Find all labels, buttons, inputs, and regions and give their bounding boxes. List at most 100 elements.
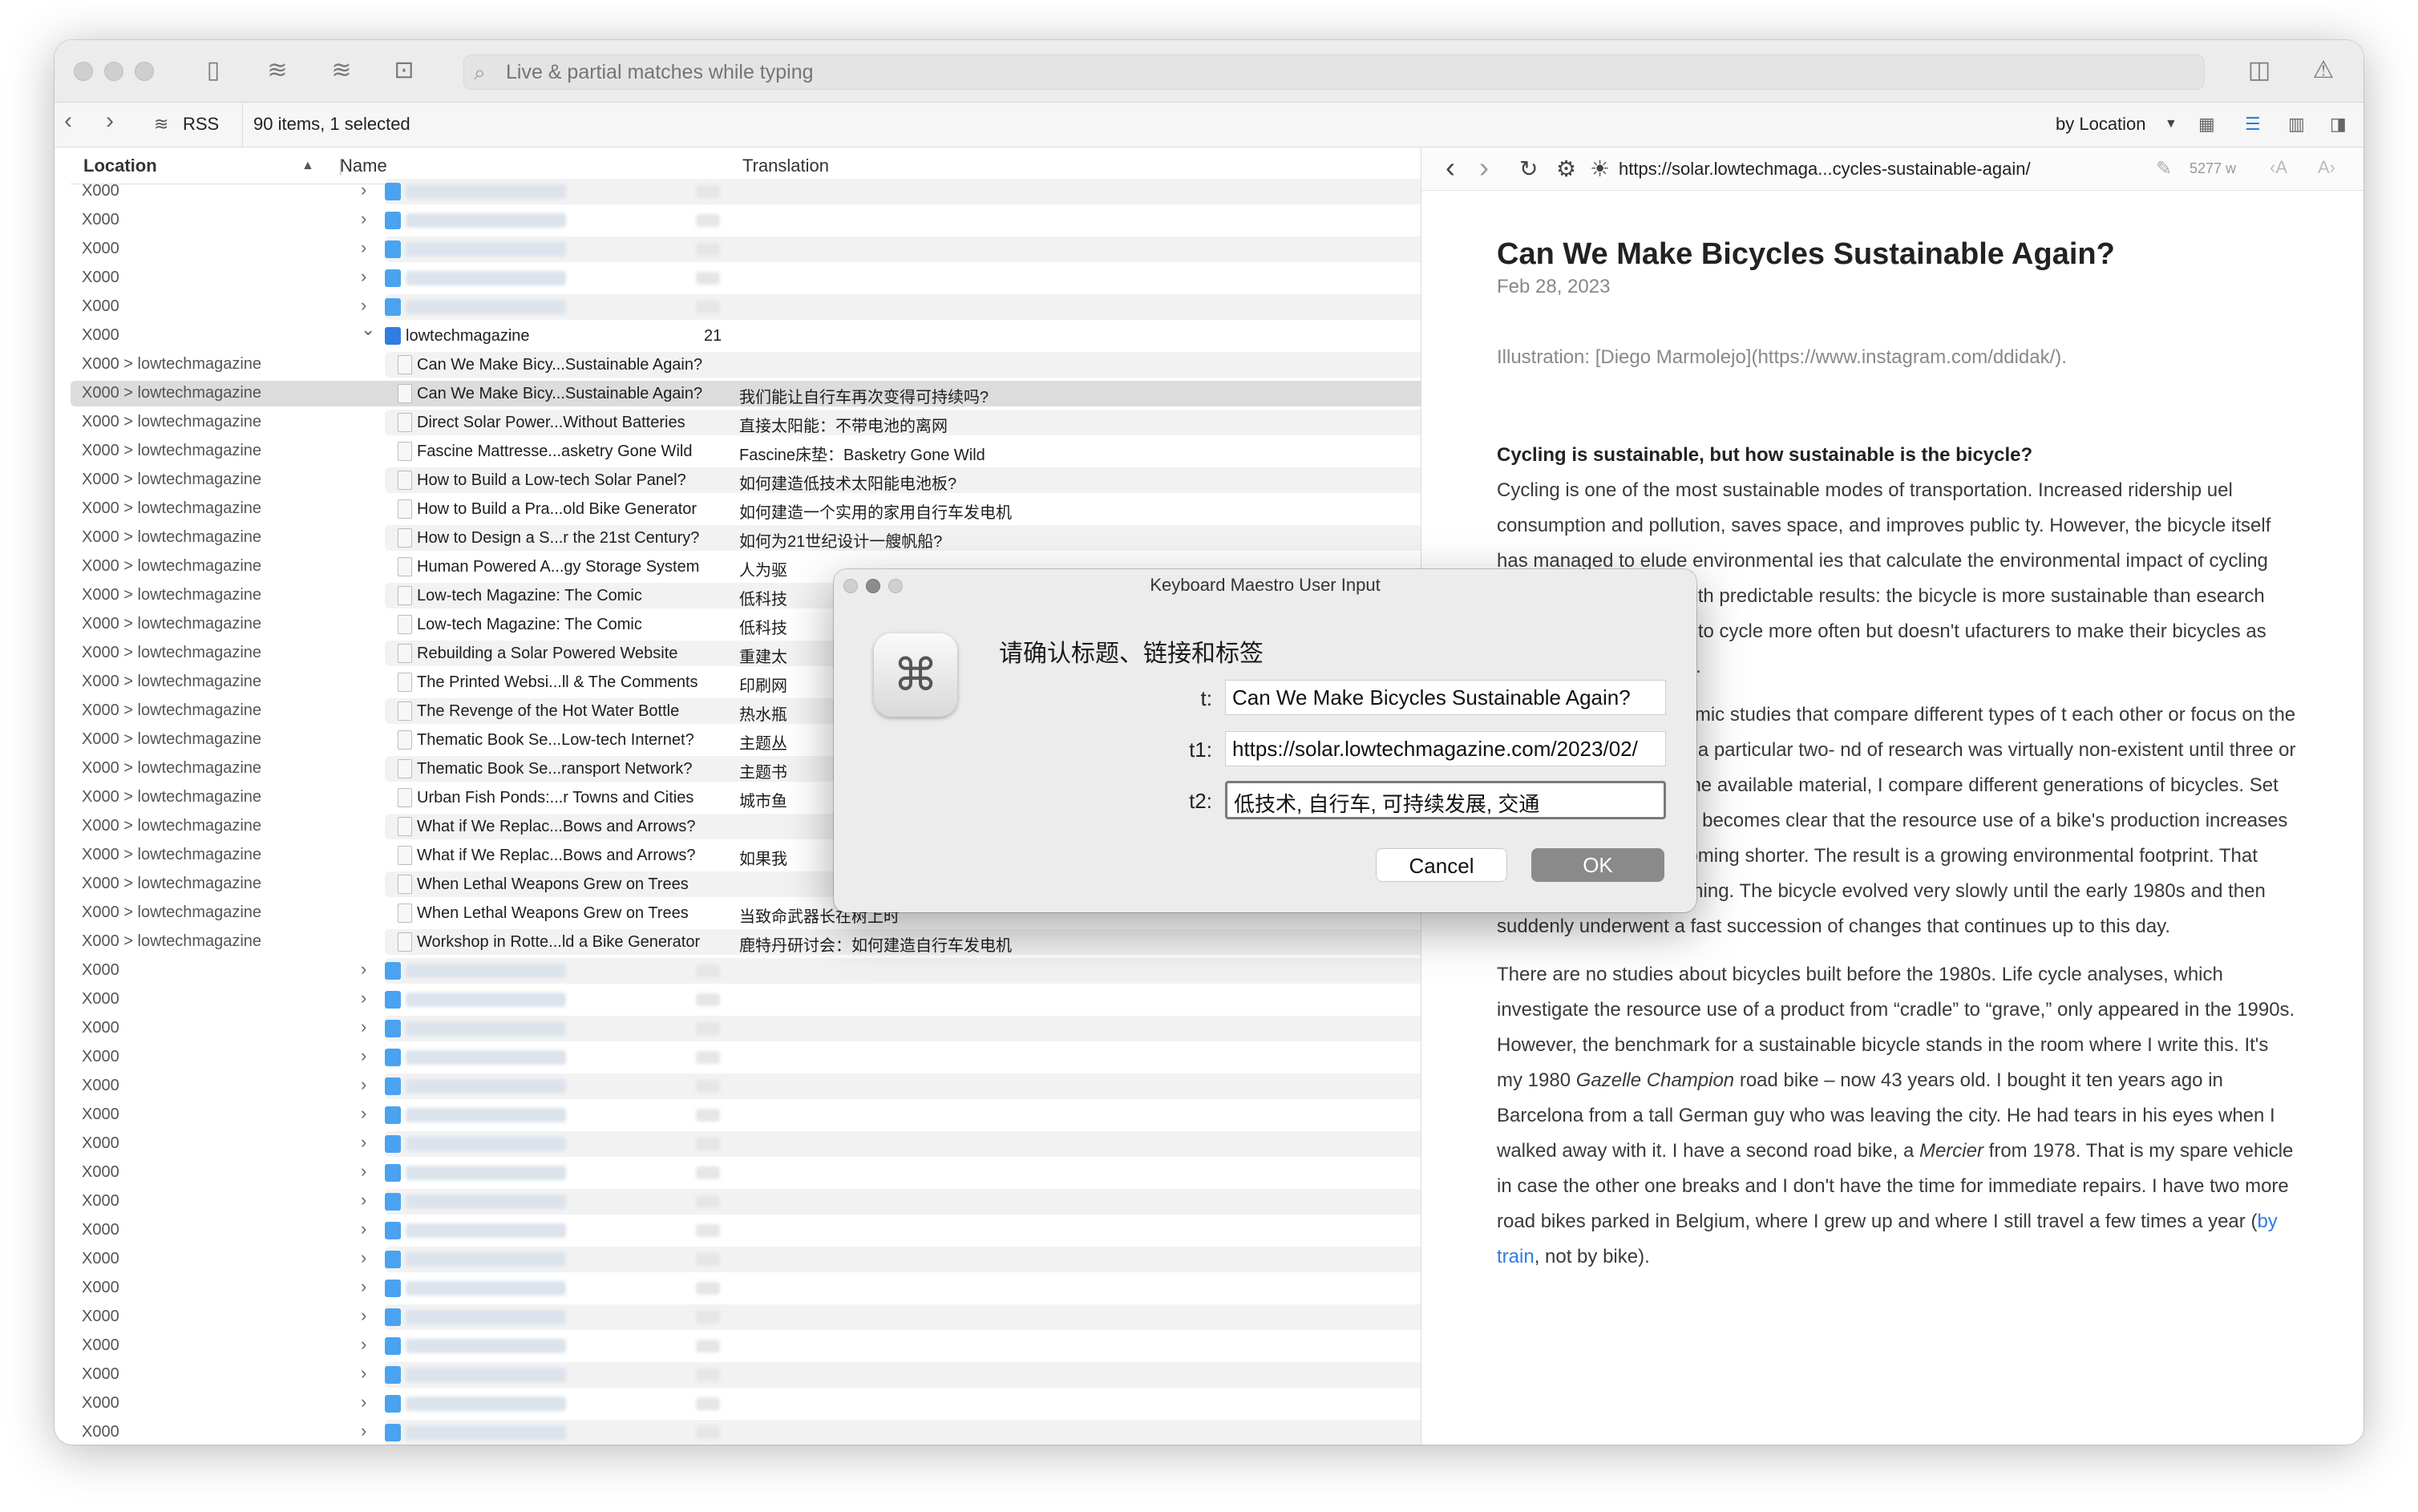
table-row[interactable]: X000 › (71, 1188, 1526, 1215)
chevron-right-icon[interactable]: › (361, 1247, 366, 1268)
table-row[interactable]: X000 > lowtechmagazine Can We Make Bicy..… (71, 351, 1526, 378)
icon-view-icon[interactable]: ▦ (2198, 114, 2215, 135)
table-row[interactable]: X000 › (71, 207, 1433, 234)
table-row[interactable]: X000 › (71, 1246, 1526, 1273)
chevron-right-icon[interactable]: › (361, 1074, 366, 1095)
chevron-right-icon[interactable]: › (361, 1190, 366, 1211)
table-row[interactable]: X000 › (71, 1015, 1526, 1042)
chevron-down-icon[interactable]: ▼ (2165, 117, 2177, 131)
cancel-button[interactable]: Cancel (1376, 848, 1507, 882)
name-cell: Workshop in Rotte...ld a Bike Generator (417, 933, 701, 951)
chevron-down-icon[interactable]: ⌄ (361, 319, 375, 340)
chevron-right-icon[interactable]: › (361, 208, 366, 229)
table-row[interactable]: X000 › (71, 293, 1526, 321)
chevron-right-icon[interactable]: › (361, 959, 366, 980)
minimize-window-button[interactable] (104, 62, 123, 81)
capture-icon[interactable]: ⊡ (386, 55, 422, 87)
chevron-right-icon[interactable]: › (361, 1276, 366, 1297)
table-row[interactable]: X000 › (71, 1130, 1526, 1158)
chevron-right-icon[interactable]: › (361, 1421, 366, 1441)
table-row[interactable]: X000 › (71, 1361, 1526, 1389)
chevron-right-icon[interactable]: › (361, 1363, 366, 1384)
table-row[interactable]: X000 › (71, 957, 1526, 984)
table-row[interactable]: X000 > lowtechmagazine Direct Solar Power… (71, 409, 1526, 436)
table-row[interactable]: X000 › (71, 1275, 1433, 1302)
increase-font-icon[interactable]: A› (2318, 157, 2335, 178)
table-row[interactable]: X000 › (71, 1159, 1433, 1187)
sidebar-toggle-icon[interactable]: ▯ (196, 55, 231, 87)
chevron-right-icon[interactable]: › (361, 1305, 366, 1326)
count-cell (696, 1051, 720, 1064)
table-row[interactable]: X000 > lowtechmagazine Workshop in Rotte.… (71, 928, 1526, 956)
tags-field[interactable]: 低技术, 自行车, 可持续发展, 交通 (1225, 781, 1666, 819)
link-field[interactable]: https://solar.lowtechmagazine.com/2023/0… (1225, 731, 1666, 766)
title-field[interactable]: Can We Make Bicycles Sustainable Again? (1225, 680, 1666, 715)
zoom-window-button[interactable] (135, 62, 154, 81)
back-icon[interactable]: ‹ (64, 107, 72, 135)
warning-icon[interactable]: ⚠ (2306, 55, 2341, 87)
table-row[interactable]: X000 › (71, 1419, 1526, 1445)
location-column-header[interactable]: Location (83, 156, 157, 176)
layers-alt-icon[interactable]: ≋ (324, 55, 359, 87)
count-cell (696, 1166, 720, 1179)
gear-icon[interactable]: ⚙ (1556, 156, 1576, 182)
name-column-header[interactable]: Name (340, 156, 387, 176)
url-field[interactable]: https://solar.lowtechmaga...cycles-susta… (1619, 159, 2031, 180)
chevron-right-icon[interactable]: › (361, 988, 366, 1009)
chevron-right-icon[interactable]: › (361, 1334, 366, 1355)
table-row[interactable]: X000 › (71, 1073, 1526, 1100)
reload-icon[interactable]: ↻ (1519, 156, 1538, 182)
chevron-right-icon[interactable]: › (361, 180, 366, 200)
chevron-right-icon[interactable]: › (361, 1017, 366, 1037)
sort-dropdown[interactable]: by Location (2056, 114, 2146, 135)
brightness-icon[interactable]: ☀ (1590, 156, 1610, 182)
chevron-right-icon[interactable]: › (361, 1045, 366, 1066)
chevron-right-icon[interactable]: › (361, 1392, 366, 1413)
table-row[interactable]: X000 › (71, 1390, 1433, 1417)
close-window-button[interactable] (74, 62, 93, 81)
chevron-right-icon[interactable]: › (361, 1132, 366, 1153)
search-field[interactable]: ⌕ (463, 55, 2205, 90)
search-input[interactable] (506, 59, 2190, 86)
list-view-icon[interactable]: ☰ (2245, 114, 2261, 135)
translation-column-header[interactable]: Translation (742, 156, 829, 176)
table-row[interactable]: X000 > lowtechmagazine How to Build a Low… (71, 467, 1526, 494)
table-row[interactable]: X000 › (71, 236, 1526, 263)
table-row[interactable]: X000 › (71, 1217, 1433, 1244)
layers-icon[interactable]: ≋ (260, 55, 295, 87)
table-row[interactable]: X000 > lowtechmagazine Fascine Mattresse.… (71, 438, 1433, 465)
inspector-toggle-icon[interactable]: ◫ (2242, 55, 2277, 87)
table-row[interactable]: X000 > lowtechmagazine How to Design a S.… (71, 524, 1526, 552)
translation-cell: 鹿特丹研讨会：如何建造自行车发电机 (739, 937, 1012, 955)
chevron-right-icon[interactable]: › (361, 295, 366, 316)
count-cell (696, 1426, 720, 1439)
rss-label[interactable]: RSS (183, 114, 219, 135)
forward-icon[interactable]: › (1479, 151, 1489, 184)
folder-icon (385, 241, 401, 258)
group-row-lowtechmagazine[interactable]: X000 ⌄ lowtechmagazine 21 (71, 319, 1433, 350)
column-view-icon[interactable]: ▥ (2288, 114, 2305, 135)
location-cell: X000 (82, 990, 119, 1008)
chevron-right-icon[interactable]: › (361, 237, 366, 258)
split-view-icon[interactable]: ◨ (2330, 114, 2347, 135)
chevron-right-icon[interactable]: › (361, 1219, 366, 1239)
table-row[interactable]: X000 › (71, 265, 1433, 292)
chevron-right-icon[interactable]: › (361, 1161, 366, 1182)
translation-cell: 我们能让自行车再次变得可持续吗? (739, 389, 989, 406)
decrease-font-icon[interactable]: ‹A (2270, 157, 2287, 178)
chevron-right-icon[interactable]: › (361, 1103, 366, 1124)
pin-icon[interactable]: ✎ (2156, 157, 2172, 180)
table-row[interactable]: X000 › (71, 986, 1433, 1013)
table-row[interactable]: X000 › (71, 1332, 1433, 1360)
table-row[interactable]: X000 > lowtechmagazine How to Build a Pra… (71, 495, 1433, 523)
table-row[interactable]: X000 › (71, 1102, 1433, 1129)
table-row[interactable]: X000 › (71, 178, 1526, 205)
sort-ascending-icon[interactable]: ▲ (301, 159, 314, 173)
table-row[interactable]: X000 › (71, 1304, 1526, 1331)
table-row[interactable]: X000 > lowtechmagazine Can We Make Bicy..… (71, 380, 1433, 407)
table-row[interactable]: X000 › (71, 1044, 1433, 1071)
forward-icon[interactable]: › (106, 107, 114, 135)
chevron-right-icon[interactable]: › (361, 266, 366, 287)
ok-button[interactable]: OK (1531, 848, 1664, 882)
back-icon[interactable]: ‹ (1446, 151, 1455, 184)
